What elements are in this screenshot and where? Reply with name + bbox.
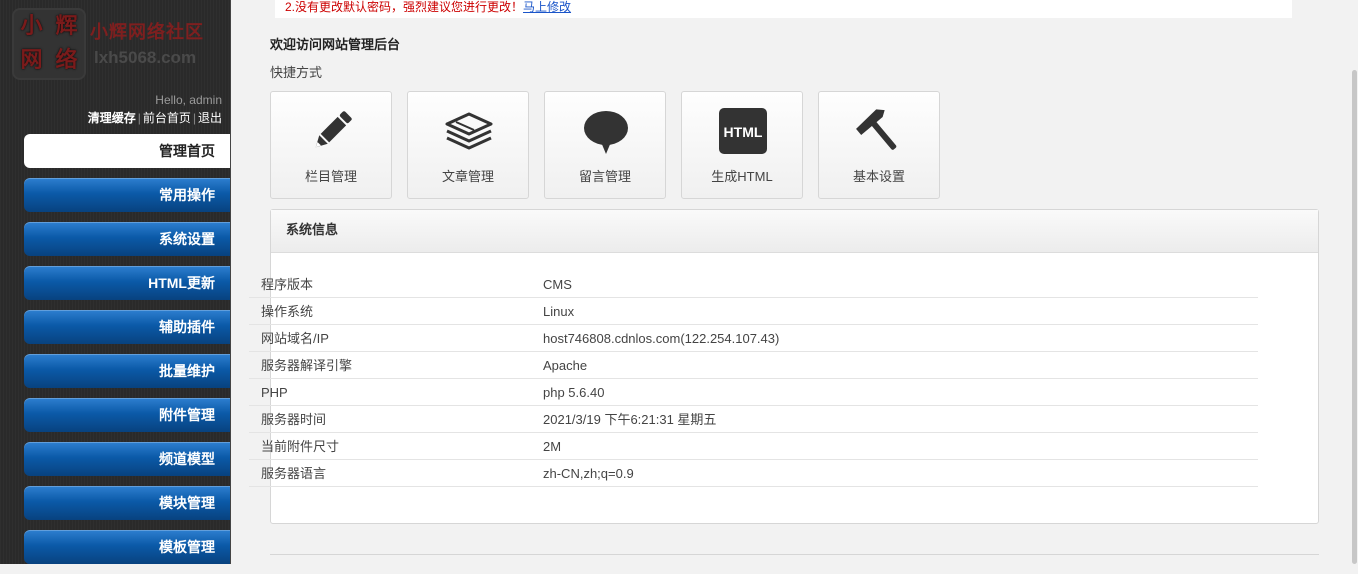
system-info-table: 程序版本 CMS 操作系统 Linux 网站域名/IP host746808.c… xyxy=(249,271,1258,487)
info-value: Apache xyxy=(543,358,588,373)
shortcuts-heading: 快捷方式 xyxy=(270,65,323,80)
scrollbar-thumb[interactable] xyxy=(1352,70,1357,564)
table-row: 程序版本 CMS xyxy=(249,271,1258,298)
sidebar-item-modules[interactable]: 模块管理 xyxy=(24,486,230,520)
sidebar: 小 辉 网 络 小辉网络社区 lxh5068.com Hello, admin … xyxy=(0,0,231,564)
main-content: 2.没有更改默认密码，强烈建议您进行更改！马上修改 欢迎访问网站管理后台 快捷方… xyxy=(230,0,1358,564)
notice-text: 2.没有更改默认密码，强烈建议您进行更改！ xyxy=(285,0,524,14)
table-row: PHP php 5.6.40 xyxy=(249,379,1258,406)
table-row: 服务器解译引擎 Apache xyxy=(249,352,1258,379)
sidebar-item-plugins[interactable]: 辅助插件 xyxy=(24,310,230,344)
html-icon-text: HTML xyxy=(724,124,763,140)
password-notice: 2.没有更改默认密码，强烈建议您进行更改！马上修改 xyxy=(275,0,1292,18)
clear-cache-link[interactable]: 清理缓存 xyxy=(88,111,136,125)
logo-site-url: lxh5068.com xyxy=(94,48,197,67)
info-value: Linux xyxy=(543,304,575,319)
html-icon: HTML xyxy=(719,108,767,154)
info-value: host746808.cdnlos.com(122.254.107.43) xyxy=(543,331,780,346)
divider xyxy=(270,554,1319,555)
sidebar-item-system-settings[interactable]: 系统设置 xyxy=(24,222,230,256)
logo-char: 辉 xyxy=(55,13,78,39)
user-greeting: Hello, admin xyxy=(155,93,222,107)
shortcuts-bar: 栏目管理 文章管理 留言管理 HTML 生成HTML 基本设置 xyxy=(270,91,940,199)
info-value: CMS xyxy=(543,277,572,292)
shortcut-label: 栏目管理 xyxy=(304,169,357,184)
sidebar-menu: 管理首页 常用操作 系统设置 HTML更新 辅助插件 批量维护 附件管理 频道模… xyxy=(24,134,230,574)
change-password-link[interactable]: 马上修改 xyxy=(523,0,571,14)
info-key: 操作系统 xyxy=(261,304,314,319)
sidebar-item-admin-home[interactable]: 管理首页 xyxy=(24,134,230,168)
pencil-icon xyxy=(315,111,352,148)
sidebar-item-templates[interactable]: 模板管理 xyxy=(24,530,230,564)
shortcut-label: 留言管理 xyxy=(578,169,631,184)
table-row: 当前附件尺寸 2M xyxy=(249,433,1258,460)
shortcut-label: 基本设置 xyxy=(852,169,905,184)
info-key: 网站域名/IP xyxy=(261,331,329,346)
speech-bubble-icon xyxy=(584,111,628,154)
info-value: 2M xyxy=(543,439,562,454)
logo-char: 网 xyxy=(20,47,43,73)
scrollbar[interactable] xyxy=(1350,0,1358,564)
info-value: 2021/3/19 下午6:21:31 星期五 xyxy=(543,412,717,427)
table-row: 网站域名/IP host746808.cdnlos.com(122.254.10… xyxy=(249,325,1258,352)
logo-char: 小 xyxy=(20,13,43,39)
sidebar-item-channel-models[interactable]: 频道模型 xyxy=(24,442,230,476)
logo-site-name: 小辉网络社区 xyxy=(90,22,204,42)
info-key: 服务器解译引擎 xyxy=(261,358,353,373)
frontend-home-link[interactable]: 前台首页 xyxy=(143,111,191,125)
info-key: 服务器时间 xyxy=(261,412,327,427)
info-value: zh-CN,zh;q=0.9 xyxy=(543,466,634,481)
logo-badge: 小 辉 网 络 xyxy=(12,8,86,80)
table-row: 服务器语言 zh-CN,zh;q=0.9 xyxy=(249,460,1258,487)
sidebar-item-batch-maintenance[interactable]: 批量维护 xyxy=(24,354,230,388)
table-row: 操作系统 Linux xyxy=(249,298,1258,325)
info-key: PHP xyxy=(261,385,288,400)
logo-char: 络 xyxy=(55,47,78,73)
layers-icon xyxy=(445,112,493,150)
info-value: php 5.6.40 xyxy=(543,385,605,400)
shortcut-generate-html[interactable]: HTML 生成HTML xyxy=(681,91,803,199)
user-links: 清理缓存 | 前台首页 | 退出 xyxy=(88,109,222,126)
hammer-icon xyxy=(856,109,897,150)
welcome-title: 欢迎访问网站管理后台 xyxy=(270,37,401,52)
sidebar-item-common-ops[interactable]: 常用操作 xyxy=(24,178,230,212)
separator: | xyxy=(137,111,141,125)
shortcut-column-management[interactable]: 栏目管理 xyxy=(270,91,392,199)
table-row: 服务器时间 2021/3/19 下午6:21:31 星期五 xyxy=(249,406,1258,433)
shortcut-basic-settings[interactable]: 基本设置 xyxy=(818,91,940,199)
separator: | xyxy=(192,111,196,125)
logout-link[interactable]: 退出 xyxy=(198,111,222,125)
shortcut-message-management[interactable]: 留言管理 xyxy=(544,91,666,199)
sidebar-item-html-update[interactable]: HTML更新 xyxy=(24,266,230,300)
system-info-title: 系统信息 xyxy=(271,210,1318,253)
site-logo[interactable]: 小 辉 网 络 小辉网络社区 lxh5068.com xyxy=(10,8,225,80)
info-key: 服务器语言 xyxy=(261,466,327,481)
info-key: 当前附件尺寸 xyxy=(261,439,340,454)
shortcut-article-management[interactable]: 文章管理 xyxy=(407,91,529,199)
info-key: 程序版本 xyxy=(261,277,314,292)
shortcut-label: 生成HTML xyxy=(711,169,773,184)
sidebar-item-attachments[interactable]: 附件管理 xyxy=(24,398,230,432)
shortcut-label: 文章管理 xyxy=(441,169,494,184)
